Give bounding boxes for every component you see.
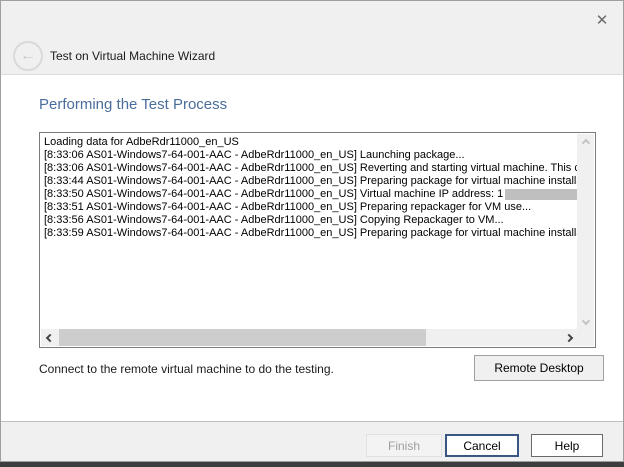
finish-button[interactable]: Finish xyxy=(366,434,442,457)
log-line: Loading data for AdbeRdr11000_en_US xyxy=(44,136,577,149)
close-button[interactable]: ✕ xyxy=(590,8,614,32)
log-line: [8:33:06 AS01-Windows7-64-001-AAC - Adbe… xyxy=(44,149,577,162)
redacted-ip-value xyxy=(505,189,577,200)
log-lines: Loading data for AdbeRdr11000_en_US [8:3… xyxy=(44,136,577,329)
scroll-right-button[interactable] xyxy=(560,329,577,346)
log-line: [8:33:59 AS01-Windows7-64-001-AAC - Adbe… xyxy=(44,227,577,240)
chevron-left-icon xyxy=(45,333,53,341)
close-icon: ✕ xyxy=(596,11,609,29)
chevron-down-icon xyxy=(581,316,589,324)
back-arrow-icon: ← xyxy=(20,48,36,64)
cancel-button[interactable]: Cancel xyxy=(445,434,519,457)
instruction-text: Connect to the remote virtual machine to… xyxy=(39,362,334,376)
wizard-header: ✕ ← Test on Virtual Machine Wizard xyxy=(1,1,623,75)
log-line-ip: [8:33:50 AS01-Windows7-64-001-AAC - Adbe… xyxy=(44,188,577,201)
log-line: [8:33:06 AS01-Windows7-64-001-AAC - Adbe… xyxy=(44,162,577,175)
log-line: [8:33:56 AS01-Windows7-64-001-AAC - Adbe… xyxy=(44,214,577,227)
scrollbar-corner xyxy=(577,329,594,346)
horizontal-scrollbar[interactable] xyxy=(41,329,577,346)
scroll-down-button[interactable] xyxy=(577,312,594,329)
back-button[interactable]: ← xyxy=(13,41,43,71)
log-line-ip-text: [8:33:50 AS01-Windows7-64-001-AAC - Adbe… xyxy=(44,188,503,201)
chevron-up-icon xyxy=(581,138,589,146)
vertical-scrollbar[interactable] xyxy=(577,134,594,329)
log-line: [8:33:51 AS01-Windows7-64-001-AAC - Adbe… xyxy=(44,201,577,214)
wizard-title: Test on Virtual Machine Wizard xyxy=(50,49,215,63)
remote-desktop-button[interactable]: Remote Desktop xyxy=(474,355,604,381)
page-title: Performing the Test Process xyxy=(39,96,227,113)
button-bar: Finish Cancel Help xyxy=(1,421,623,461)
scroll-up-button[interactable] xyxy=(577,134,594,151)
chevron-right-icon xyxy=(564,333,572,341)
scroll-left-button[interactable] xyxy=(41,329,58,346)
desktop-background: ✕ ← Test on Virtual Machine Wizard Perfo… xyxy=(0,0,624,467)
horizontal-scroll-thumb[interactable] xyxy=(59,329,426,346)
test-log-output[interactable]: Loading data for AdbeRdr11000_en_US [8:3… xyxy=(39,132,596,348)
log-line: [8:33:44 AS01-Windows7-64-001-AAC - Adbe… xyxy=(44,175,577,188)
wizard-window: ✕ ← Test on Virtual Machine Wizard Perfo… xyxy=(0,0,624,462)
help-button[interactable]: Help xyxy=(531,434,603,457)
